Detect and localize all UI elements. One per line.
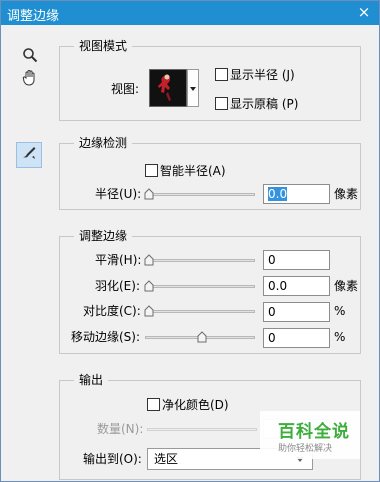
output-legend: 输出: [74, 372, 109, 388]
edge-detection-legend: 边缘检测: [74, 135, 133, 151]
view-mode-legend: 视图模式: [74, 38, 133, 54]
feather-slider[interactable]: [144, 279, 255, 293]
feather-input[interactable]: 0.0: [263, 276, 330, 296]
smart-radius-label: 智能半径(A): [160, 164, 226, 178]
watermark-logo: 百科全说 助你轻松解决: [260, 411, 360, 459]
decontaminate-label: 净化颜色(D): [162, 398, 229, 412]
radius-unit: 像素: [334, 187, 359, 201]
smooth-label: 平滑(H):: [95, 253, 142, 267]
shift-edge-label: 移动边缘(S):: [71, 330, 141, 344]
output-to-value: 选区: [154, 452, 179, 466]
amount-label: 数量(N):: [97, 422, 144, 436]
contrast-input[interactable]: 0: [263, 302, 330, 322]
watermark-subtitle: 助你轻松解决: [278, 444, 333, 454]
radius-slider[interactable]: [144, 187, 255, 201]
view-mode-group: 视图模式: [59, 38, 361, 121]
radius-slider-thumb[interactable]: [144, 188, 154, 200]
brush-icon[interactable]: [16, 142, 42, 168]
show-original-checkbox[interactable]: [215, 97, 228, 110]
smooth-slider[interactable]: [144, 253, 255, 267]
view-dropdown-button[interactable]: [187, 69, 199, 107]
shift-edge-slider[interactable]: [145, 330, 255, 344]
magnifier-icon[interactable]: [17, 45, 43, 71]
radius-label: 半径(U):: [95, 187, 142, 201]
contrast-unit: %: [334, 304, 346, 318]
radius-input[interactable]: 0.0: [263, 184, 330, 204]
shift-edge-unit: %: [334, 330, 346, 344]
smooth-input[interactable]: 0: [263, 250, 330, 270]
contrast-slider-thumb[interactable]: [144, 305, 154, 317]
feather-slider-track: [145, 285, 255, 288]
title-bar[interactable]: 调整边缘 ×: [1, 1, 379, 25]
chevron-down-icon: [190, 87, 196, 91]
decontaminate-checkbox[interactable]: [147, 398, 160, 411]
close-icon[interactable]: ×: [355, 3, 373, 21]
show-radius-checkbox[interactable]: [215, 68, 228, 81]
refine-edge-dialog: 调整边缘 × 视图模式 视图: 显示半径 (J) 显示原稿 (P) 边缘检测 智…: [0, 0, 380, 482]
smooth-slider-thumb[interactable]: [144, 254, 154, 266]
shift-edge-slider-thumb[interactable]: [197, 331, 207, 343]
watermark-title: 百科全说: [278, 422, 350, 442]
adjust-edge-legend: 调整边缘: [74, 228, 133, 244]
show-radius-label: 显示半径 (J): [230, 68, 295, 82]
feather-unit: 像素: [334, 279, 359, 293]
shift-edge-input[interactable]: 0: [263, 328, 330, 348]
radius-slider-track: [145, 193, 255, 196]
dialog-title: 调整边缘: [7, 9, 60, 24]
output-to-label: 输出到(O):: [83, 452, 142, 466]
show-original-label: 显示原稿 (P): [230, 97, 299, 111]
view-thumbnail[interactable]: [149, 69, 187, 107]
amount-slider-track: [147, 428, 257, 431]
contrast-slider-track: [145, 310, 255, 313]
view-label: 视图:: [111, 82, 140, 96]
feather-slider-thumb[interactable]: [144, 280, 154, 292]
amount-slider: [147, 422, 257, 436]
smart-radius-checkbox[interactable]: [145, 164, 158, 177]
smooth-slider-track: [145, 259, 255, 262]
hand-icon[interactable]: [17, 69, 43, 95]
contrast-slider[interactable]: [144, 304, 255, 318]
feather-label: 羽化(E):: [95, 279, 140, 293]
contrast-label: 对比度(C):: [83, 304, 141, 318]
